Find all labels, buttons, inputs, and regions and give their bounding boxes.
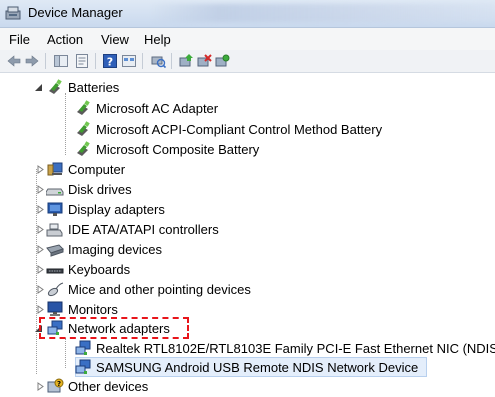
properties-icon[interactable] (74, 53, 90, 69)
disable-icon[interactable] (214, 53, 230, 69)
back-arrow-icon[interactable] (6, 53, 22, 69)
toolbar-separator (142, 53, 143, 69)
tree-item-label: Microsoft ACPI-Compliant Control Method … (96, 122, 383, 137)
tree-item-label: Microsoft Composite Battery (96, 142, 260, 157)
expand-arrow-icon[interactable] (36, 305, 45, 314)
tree-item-label: Display adapters (68, 202, 165, 217)
tree-item-other-devices[interactable]: ? Other devices (6, 377, 495, 396)
mouse-icon (47, 282, 64, 297)
tree-item-label: Realtek RTL8102E/RTL8103E Family PCI-E F… (96, 341, 495, 356)
window-title: Device Manager (28, 5, 123, 20)
expand-arrow-icon[interactable] (36, 245, 45, 254)
toolbar-separator (171, 53, 172, 69)
tree-item-device[interactable]: Microsoft Composite Battery (6, 140, 495, 159)
display-adapter-icon (47, 202, 63, 216)
tree-item-label: Other devices (68, 379, 149, 394)
tree-item-device[interactable]: Microsoft ACPI-Compliant Control Method … (6, 120, 495, 139)
menu-action[interactable]: Action (47, 32, 83, 47)
view-icon[interactable] (121, 53, 137, 69)
tree-item-device[interactable]: Microsoft AC Adapter (6, 99, 495, 118)
tree-item-device[interactable]: Realtek RTL8102E/RTL8103E Family PCI-E F… (6, 339, 495, 358)
console-tree-icon[interactable] (53, 53, 69, 69)
expand-arrow-icon[interactable] (36, 265, 45, 274)
tree-item-label: Disk drives (68, 182, 132, 197)
computer-icon (47, 162, 63, 176)
tree-item-computer[interactable]: Computer (6, 160, 495, 179)
device-manager-icon (5, 6, 21, 20)
title-bar: Device Manager (0, 0, 495, 28)
uninstall-icon[interactable] (196, 53, 212, 69)
tree-item-label: Imaging devices (68, 242, 162, 257)
battery-icon (49, 79, 62, 94)
tree-item-mice[interactable]: Mice and other pointing devices (6, 280, 495, 299)
toolbar-separator (95, 53, 96, 69)
collapse-arrow-icon[interactable] (34, 83, 43, 92)
tree-item-label: Batteries (68, 80, 120, 95)
disk-drive-icon (46, 188, 64, 196)
svg-text:?: ? (57, 380, 61, 388)
tree-item-label: IDE ATA/ATAPI controllers (68, 222, 219, 237)
tree-item-label: Computer (68, 162, 126, 177)
network-adapters-callout (39, 317, 189, 339)
menu-bar: File Action View Help (0, 28, 495, 50)
monitor-icon (47, 301, 63, 316)
ide-controller-icon (46, 223, 63, 237)
expand-arrow-icon[interactable] (36, 185, 45, 194)
tree-item-label: Mice and other pointing devices (68, 282, 251, 297)
expand-arrow-icon[interactable] (36, 382, 45, 391)
tree-item-display-adapters[interactable]: Display adapters (6, 200, 495, 219)
menu-view[interactable]: View (101, 32, 129, 47)
scan-hardware-icon[interactable] (150, 53, 166, 69)
menu-help[interactable]: Help (144, 32, 171, 47)
tree-item-device-selected[interactable]: SAMSUNG Android USB Remote NDIS Network … (6, 358, 495, 377)
battery-device-icon (77, 121, 90, 136)
imaging-device-icon (46, 244, 64, 257)
tree-item-disk-drives[interactable]: Disk drives (6, 180, 495, 199)
network-device-icon (75, 359, 91, 374)
tree-item-imaging-devices[interactable]: Imaging devices (6, 240, 495, 259)
expand-arrow-icon[interactable] (36, 165, 45, 174)
title-bar-blur (150, 4, 495, 22)
help-icon[interactable]: ? (102, 53, 118, 69)
svg-text:?: ? (107, 56, 113, 69)
tree-item-label: Keyboards (68, 262, 131, 277)
toolbar: ? (0, 50, 495, 73)
expand-arrow-icon[interactable] (36, 285, 45, 294)
menu-file[interactable]: File (9, 32, 30, 47)
expand-arrow-icon[interactable] (36, 205, 45, 214)
tree-item-label: SAMSUNG Android USB Remote NDIS Network … (96, 360, 419, 375)
device-tree: Batteries Microsoft AC Adapter Microsoft… (0, 73, 495, 397)
expand-arrow-icon[interactable] (36, 225, 45, 234)
tree-item-batteries[interactable]: Batteries (6, 78, 495, 97)
tree-item-label: Monitors (68, 302, 118, 317)
battery-device-icon (77, 100, 90, 115)
toolbar-separator (45, 53, 46, 69)
network-device-icon (75, 340, 91, 355)
forward-arrow-icon[interactable] (24, 53, 40, 69)
tree-item-keyboards[interactable]: Keyboards (6, 260, 495, 279)
tree-item-label: Microsoft AC Adapter (96, 101, 219, 116)
keyboard-icon (46, 268, 64, 274)
update-driver-icon[interactable] (178, 53, 194, 69)
battery-device-icon (77, 141, 90, 156)
tree-item-ide-controllers[interactable]: IDE ATA/ATAPI controllers (6, 220, 495, 239)
other-devices-icon: ? (47, 378, 64, 393)
